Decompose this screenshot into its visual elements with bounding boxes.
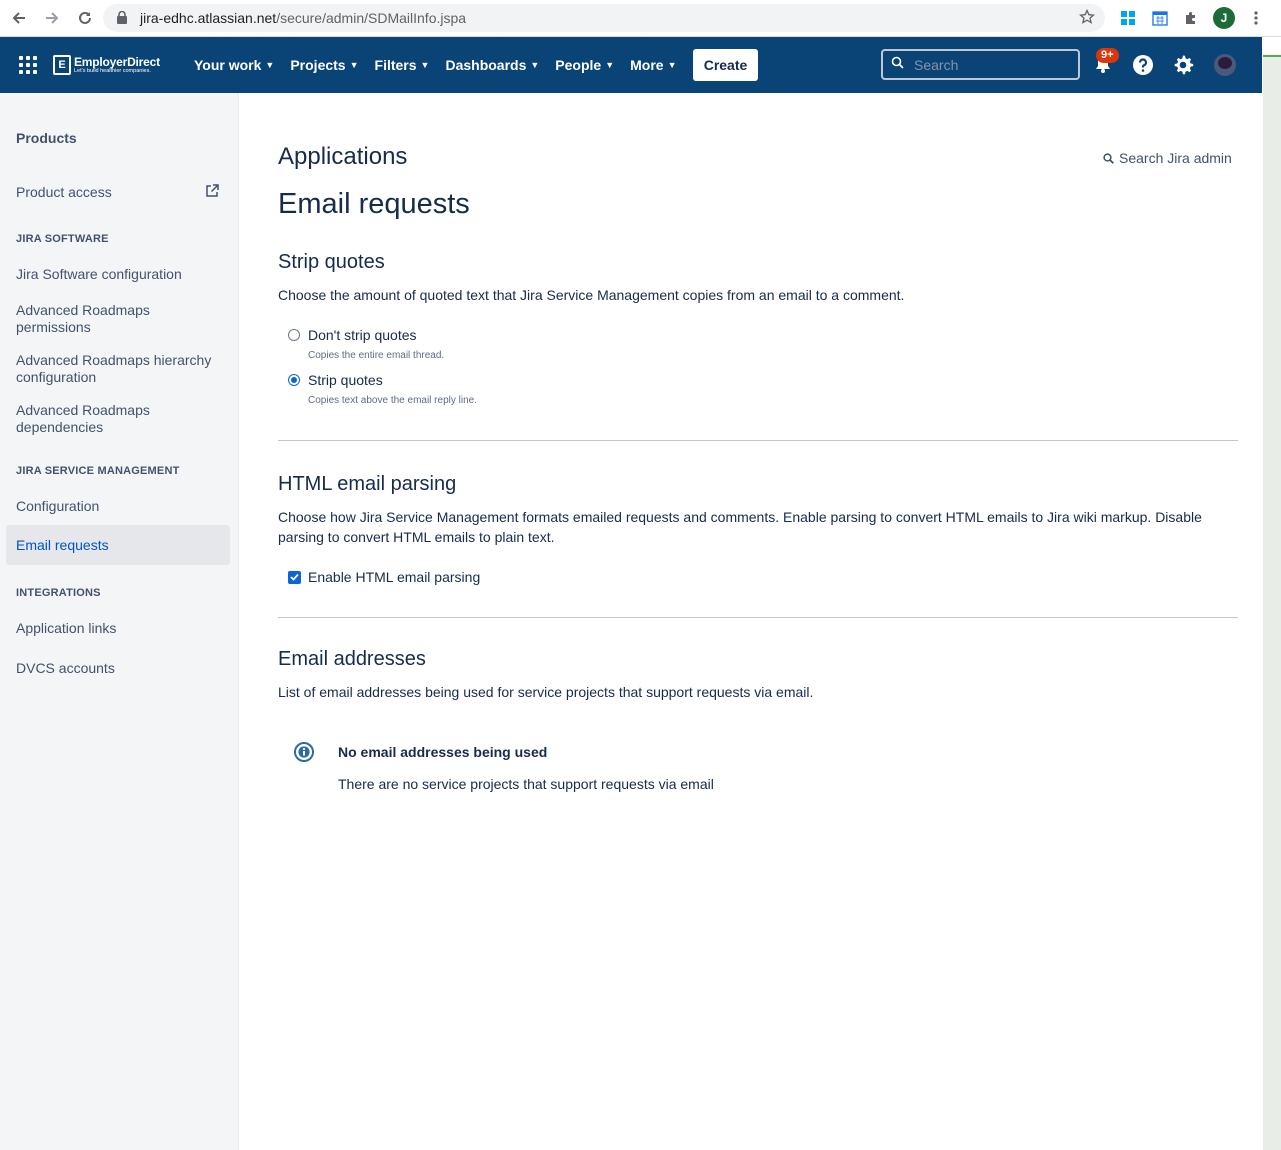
page-title: Email requests — [278, 188, 470, 220]
menu-label: More — [630, 57, 664, 73]
search-jira-admin-label: Search Jira admin — [1119, 150, 1232, 166]
url-path: /secure/admin/SDMailInfo.jspa — [276, 10, 467, 26]
calendar-extension-icon[interactable] — [1150, 8, 1170, 28]
profile-avatar[interactable]: J — [1213, 7, 1235, 29]
menu-label: Projects — [290, 57, 346, 73]
lock-icon — [117, 10, 127, 29]
sidebar-item-advanced-roadmaps-hierarchy[interactable]: Advanced Roadmaps hierarchy configuratio… — [16, 352, 221, 386]
strip-quotes-option[interactable]: Strip quotes — [288, 372, 383, 388]
search-input[interactable] — [912, 55, 1066, 74]
menu-label: Filters — [374, 57, 417, 73]
browser-toolbar: jira-edhc.atlassian.net/secure/admin/SDM… — [0, 0, 1281, 37]
sidebar-item-jira-software-configuration[interactable]: Jira Software configuration — [16, 266, 221, 283]
menu-your-work[interactable]: Your work ▼ — [186, 49, 282, 81]
strip-quotes-heading: Strip quotes — [278, 251, 385, 273]
sidebar-section-jira-service-management: JIRA SERVICE MANAGEMENT — [16, 465, 180, 477]
menu-more[interactable]: More ▼ — [622, 49, 684, 81]
option-label: Strip quotes — [308, 372, 383, 388]
option-label: Don't strip quotes — [308, 327, 417, 343]
search-icon — [891, 56, 904, 74]
dont-strip-quotes-hint: Copies the entire email thread. — [308, 350, 445, 361]
checkmark-icon — [290, 573, 299, 581]
main-content: Applications Search Jira admin Email req… — [240, 93, 1262, 1150]
settings-gear-icon[interactable] — [1172, 54, 1194, 76]
chevron-down-icon: ▼ — [530, 60, 540, 70]
page-scrollbar-track[interactable] — [1263, 55, 1281, 1150]
notification-count-badge: 9+ — [1096, 48, 1119, 63]
menu-label: Dashboards — [445, 57, 527, 73]
forward-icon[interactable] — [40, 7, 64, 29]
logo-mark-icon: E — [53, 55, 71, 75]
user-avatar[interactable] — [1214, 54, 1236, 76]
chevron-down-icon: ▼ — [349, 60, 359, 70]
enable-html-parsing-option[interactable]: Enable HTML email parsing — [288, 569, 480, 585]
address-bar[interactable]: jira-edhc.atlassian.net/secure/admin/SDM… — [103, 4, 1105, 32]
empty-state-message: There are no service projects that suppo… — [338, 776, 714, 792]
sidebar-item-product-access[interactable]: Product access — [16, 184, 221, 201]
sidebar-item-email-requests[interactable]: Email requests — [6, 525, 230, 565]
chevron-down-icon: ▼ — [605, 60, 615, 70]
sidebar-item-application-links[interactable]: Application links — [16, 620, 221, 637]
logo-tagline: Let's build healthier companies. — [74, 67, 151, 74]
email-addresses-description: List of email addresses being used for s… — [278, 684, 814, 700]
chevron-down-icon: ▼ — [420, 60, 430, 70]
radio-button-selected[interactable] — [288, 374, 300, 386]
help-icon[interactable] — [1132, 54, 1154, 76]
chrome-menu-icon[interactable] — [1248, 8, 1264, 28]
html-email-parsing-heading: HTML email parsing — [278, 473, 457, 495]
checkbox-checked[interactable] — [288, 570, 301, 584]
menu-projects[interactable]: Projects ▼ — [282, 49, 366, 81]
chevron-down-icon: ▼ — [667, 60, 677, 70]
global-search[interactable] — [881, 49, 1080, 80]
sidebar-section-integrations: INTEGRATIONS — [16, 587, 101, 599]
bookmark-star-icon[interactable] — [1078, 8, 1096, 30]
strip-quotes-description: Choose the amount of quoted text that Ji… — [278, 287, 905, 303]
reload-icon[interactable] — [73, 7, 97, 29]
info-icon — [294, 742, 314, 762]
empty-state-title: No email addresses being used — [338, 744, 548, 760]
create-button[interactable]: Create — [693, 49, 758, 81]
search-jira-admin-link[interactable]: Search Jira admin — [1103, 150, 1232, 166]
admin-sidebar: Products Product access JIRA SOFTWARE Ji… — [0, 93, 239, 1150]
checkbox-label: Enable HTML email parsing — [308, 569, 481, 585]
sidebar-item-dvcs-accounts[interactable]: DVCS accounts — [16, 660, 221, 677]
chevron-down-icon: ▼ — [265, 60, 275, 70]
search-icon — [1103, 152, 1114, 164]
sidebar-item-configuration[interactable]: Configuration — [16, 498, 221, 515]
sidebar-section-jira-software: JIRA SOFTWARE — [16, 233, 109, 245]
dont-strip-quotes-option[interactable]: Don't strip quotes — [288, 327, 417, 343]
section-divider — [278, 440, 1238, 441]
menu-people[interactable]: People ▼ — [547, 49, 622, 81]
breadcrumb-title: Applications — [278, 143, 408, 170]
sidebar-item-advanced-roadmaps-permissions[interactable]: Advanced Roadmaps permissions — [16, 302, 221, 336]
strip-quotes-hint: Copies text above the email reply line. — [308, 395, 477, 406]
menu-label: Your work — [194, 57, 262, 73]
menu-dashboards[interactable]: Dashboards ▼ — [437, 49, 547, 81]
company-logo[interactable]: E EmployerDirect Let's build healthier c… — [53, 53, 160, 77]
jira-top-navigation: E EmployerDirect Let's build healthier c… — [0, 37, 1262, 93]
url-text: jira-edhc.atlassian.net/secure/admin/SDM… — [140, 10, 466, 26]
menu-label: People — [555, 57, 602, 73]
external-link-icon[interactable] — [205, 184, 219, 198]
html-email-parsing-description: Choose how Jira Service Management forma… — [278, 509, 1202, 545]
back-icon[interactable] — [7, 7, 31, 29]
logo-name: EmployerDirect — [74, 54, 160, 69]
app-switcher-icon[interactable] — [19, 56, 37, 74]
email-addresses-heading: Email addresses — [278, 648, 426, 670]
sidebar-heading-products: Products — [16, 130, 77, 146]
primary-menu: Your work ▼ Projects ▼ Filters ▼ Dashboards… — [186, 37, 685, 93]
puzzle-extensions-icon[interactable] — [1181, 8, 1201, 28]
url-host: jira-edhc.atlassian.net — [140, 10, 277, 26]
radio-button[interactable] — [288, 329, 300, 341]
menu-filters[interactable]: Filters ▼ — [367, 49, 438, 81]
sidebar-item-advanced-roadmaps-dependencies[interactable]: Advanced Roadmaps dependencies — [16, 402, 221, 436]
section-divider — [278, 617, 1238, 618]
windows-extension-icon[interactable] — [1118, 8, 1138, 28]
